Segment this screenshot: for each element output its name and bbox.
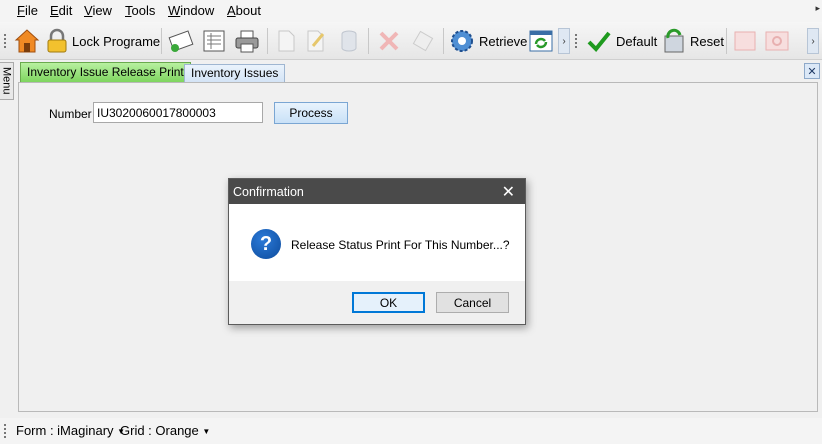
status-grip — [4, 424, 8, 438]
toolbar: Lock Programe Retrieve › Default Reset › — [0, 22, 822, 60]
status-bar: Form : iMaginary ▼ Grid : Orange ▼ — [0, 418, 822, 444]
dialog-body: ? Release Status Print For This Number..… — [229, 204, 525, 282]
tab-inventory-issues[interactable]: Inventory Issues — [184, 64, 286, 82]
refresh-window-icon — [529, 30, 553, 52]
cancel-button[interactable]: Cancel — [436, 292, 509, 313]
checkmark-icon — [587, 31, 611, 52]
menu-bar: File Edit View Tools Window About ▸ — [0, 0, 822, 22]
dialog-close-icon[interactable]: ✕ — [502, 182, 515, 202]
lock-icon — [47, 28, 67, 53]
dropdown-caret-icon: ▼ — [202, 427, 211, 437]
document-tabs: Inventory Issue Release Print Inventory … — [18, 62, 822, 82]
menu-tools[interactable]: Tools — [125, 3, 155, 18]
retrieve-label: Retrieve — [479, 33, 528, 49]
preview-button[interactable] — [201, 27, 227, 55]
toolbar-separator — [726, 28, 727, 54]
save-button[interactable] — [337, 27, 361, 55]
menu-view[interactable]: View — [84, 3, 112, 18]
tab-inventory-issue-release-print[interactable]: Inventory Issue Release Print — [20, 62, 191, 82]
cancel-edit-button[interactable] — [410, 27, 436, 55]
toolbar-grip[interactable] — [575, 34, 579, 48]
number-label: Number — [49, 107, 92, 121]
window-tile-icon — [734, 31, 756, 51]
tab-label: Inventory Issue Release Print — [27, 65, 184, 79]
form-theme-dropdown[interactable]: Form : iMaginary ▼ — [16, 423, 125, 438]
toolbar-separator — [368, 28, 369, 54]
toolbar-separator — [443, 28, 444, 54]
toolbar-overflow-chevron-icon[interactable]: › — [807, 28, 819, 54]
dialog-message: Release Status Print For This Number...? — [291, 238, 510, 252]
grid-theme-label: Grid : Orange — [120, 423, 199, 438]
dialog-title-bar: Confirmation ✕ — [229, 179, 525, 204]
side-menu-tab[interactable]: Menu — [0, 62, 14, 100]
dialog-title: Confirmation — [233, 185, 304, 199]
close-tab-icon[interactable]: ✕ — [804, 63, 820, 79]
menu-about[interactable]: About — [227, 3, 261, 18]
edit-document-icon — [307, 30, 325, 52]
side-menu-label: Menu — [0, 67, 13, 95]
window-tile-button[interactable] — [733, 27, 757, 55]
home-icon — [14, 29, 40, 53]
database-icon — [341, 30, 357, 52]
reset-label: Reset — [690, 33, 724, 49]
confirmation-dialog: Confirmation ✕ ? Release Status Print Fo… — [228, 178, 526, 325]
process-button[interactable]: Process — [274, 102, 348, 124]
gear-icon — [451, 30, 473, 52]
default-button[interactable]: Default — [586, 27, 657, 55]
form-theme-label: Form : iMaginary — [16, 423, 114, 438]
delete-button[interactable] — [376, 27, 402, 55]
grid-theme-dropdown[interactable]: Grid : Orange ▼ — [120, 423, 210, 438]
print-button[interactable] — [233, 27, 261, 55]
reset-icon — [664, 28, 684, 53]
lock-programe-label: Lock Programe — [72, 33, 161, 49]
toolbar-separator — [267, 28, 268, 54]
new-button[interactable] — [274, 27, 298, 55]
toolbar-overflow-chevron-icon[interactable]: › — [558, 28, 570, 54]
dialog-footer: OK Cancel — [229, 281, 525, 324]
lock-programe-button[interactable]: Lock Programe — [46, 27, 160, 55]
refresh-button[interactable] — [528, 27, 554, 55]
menu-window[interactable]: Window — [168, 3, 214, 18]
tab-label: Inventory Issues — [191, 66, 279, 80]
question-icon: ? — [251, 229, 281, 259]
ok-label: OK — [379, 295, 398, 310]
edit-button[interactable] — [304, 27, 328, 55]
reset-button[interactable]: Reset — [662, 27, 724, 55]
window-cascade-icon — [765, 31, 789, 51]
new-document-icon — [278, 30, 295, 52]
window-cascade-button[interactable] — [764, 27, 790, 55]
toolbar-separator — [161, 28, 162, 54]
delete-x-icon — [379, 31, 399, 51]
menu-edit[interactable]: Edit — [50, 3, 72, 18]
grid-form-icon — [203, 30, 225, 52]
retrieve-button[interactable]: Retrieve — [449, 27, 527, 55]
number-input[interactable] — [93, 102, 263, 123]
cancel-label: Cancel — [453, 295, 492, 310]
home-button[interactable] — [14, 27, 40, 55]
printer-icon — [235, 30, 259, 53]
default-label: Default — [616, 33, 658, 49]
envelope-icon — [168, 30, 194, 52]
send-button[interactable] — [168, 27, 194, 55]
ok-button[interactable]: OK — [352, 292, 425, 313]
eraser-icon — [412, 30, 434, 52]
process-label: Process — [289, 106, 333, 120]
menu-overflow-arrow-icon[interactable]: ▸ — [815, 3, 820, 14]
menu-file[interactable]: File — [17, 3, 38, 18]
toolbar-grip[interactable] — [4, 34, 8, 48]
